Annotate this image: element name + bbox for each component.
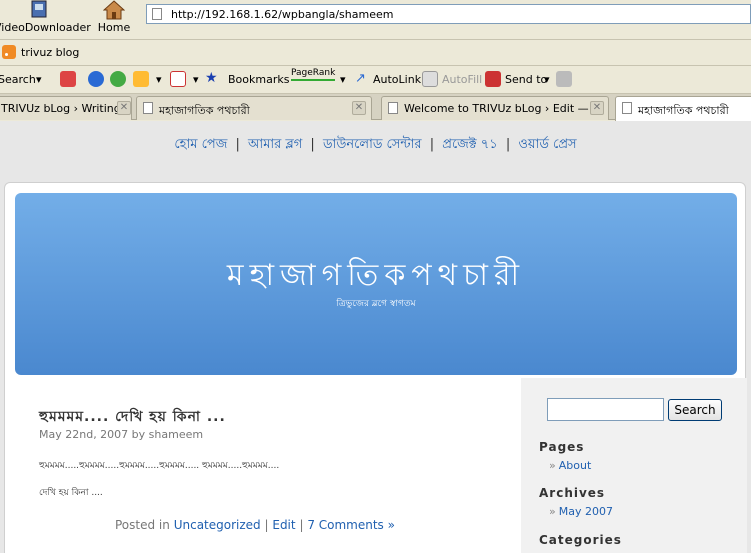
- tab-bar: TRIVUz bLog › Writing ... ✕ মহাজাগতিক পথ…: [0, 94, 751, 121]
- post-paragraph: হুমমমম.....হুমমমম.....হুমমমম.....হুমমমম.…: [39, 461, 280, 471]
- tab-welcome-trivuz[interactable]: Welcome to TRIVUz bLog › Edit — ... ✕: [381, 96, 609, 120]
- page-wrapper: মহাজাগতিকপথচারী ত্রিভুজের ব্লগে স্বাগতম …: [4, 182, 747, 553]
- chevron-down-icon[interactable]: ▾: [156, 73, 162, 86]
- chevron-down-icon[interactable]: ▾: [193, 73, 199, 86]
- globe-icon[interactable]: [88, 71, 104, 87]
- home-icon: [103, 0, 125, 20]
- edit-link[interactable]: Edit: [272, 518, 295, 532]
- home-button[interactable]: Home: [96, 0, 132, 38]
- main-content: হুমমমম.... দেখি হয় কিনা ... May 22nd, 2…: [15, 378, 521, 553]
- nav-project-71[interactable]: প্রজেক্ট ৭১: [442, 137, 497, 152]
- tab-mohajagotik-active[interactable]: মহাজাগতিক পথচারী: [615, 96, 751, 121]
- autolink-icon: ↗: [355, 71, 366, 86]
- comments-link[interactable]: 7 Comments »: [307, 518, 395, 532]
- pencil-icon[interactable]: [556, 71, 572, 87]
- search-toolbar-button[interactable]: Search: [0, 73, 36, 86]
- page-icon: [152, 8, 162, 20]
- extensions-toolbar: Search ▾ ▾ ▾ ★ Bookmarks PageRank ▾ ↗ Au…: [0, 66, 751, 94]
- nav-wordpress[interactable]: ওয়ার্ড প্রেস: [518, 137, 576, 152]
- main-toolbar: VideoDownloader Home http://192.168.1.62…: [0, 0, 751, 40]
- highlighter-icon[interactable]: [60, 71, 76, 87]
- nav-home[interactable]: হোম পেজ: [174, 137, 227, 152]
- autofill-button[interactable]: AutoFill: [442, 73, 482, 86]
- sidebar-item-may-2007[interactable]: » May 2007: [549, 505, 613, 518]
- address-url: http://192.168.1.62/wpbangla/shameem: [171, 8, 394, 21]
- autofill-icon: [422, 71, 438, 87]
- chevron-down-icon[interactable]: ▾: [544, 73, 550, 86]
- bookmarks-toolbar: trivuz blog: [0, 40, 751, 66]
- star-icon: ★: [205, 70, 218, 86]
- tab-mohajagotik-1[interactable]: মহাজাগতিক পথচারী ✕: [136, 96, 372, 120]
- web-page: হোম পেজ | আমার ব্লগ | ডাউনলোড সেন্টার | …: [0, 121, 751, 553]
- bookmark-trivuz-blog[interactable]: trivuz blog: [21, 46, 79, 59]
- chevron-down-icon[interactable]: ▾: [340, 73, 346, 86]
- blog-header: মহাজাগতিকপথচারী ত্রিভুজের ব্লগে স্বাগতম: [15, 193, 737, 375]
- pages-heading: Pages: [539, 440, 585, 454]
- puzzle-icon[interactable]: [133, 71, 149, 87]
- close-icon[interactable]: ✕: [117, 101, 131, 115]
- bookmarks-button[interactable]: Bookmarks: [228, 73, 289, 86]
- close-icon[interactable]: ✕: [590, 101, 604, 115]
- search-button[interactable]: Search: [668, 399, 722, 421]
- post-paragraph: দেখি হয় কিনা ....: [39, 488, 103, 498]
- top-navigation: হোম পেজ | আমার ব্লগ | ডাউনলোড সেন্টার | …: [174, 137, 577, 152]
- chevron-down-icon[interactable]: ▾: [36, 73, 42, 86]
- address-bar[interactable]: http://192.168.1.62/wpbangla/shameem: [146, 4, 751, 24]
- post-footer: Posted in Uncategorized | Edit | 7 Comme…: [115, 518, 395, 532]
- spiral-icon[interactable]: [110, 71, 126, 87]
- autolink-button[interactable]: AutoLink: [373, 73, 421, 86]
- archives-heading: Archives: [539, 486, 606, 500]
- tab-trivuz-writing[interactable]: TRIVUz bLog › Writing ... ✕: [0, 96, 132, 120]
- pagerank-indicator[interactable]: PageRank: [291, 68, 336, 81]
- videodownloader-button[interactable]: VideoDownloader: [0, 0, 91, 38]
- nav-download-center[interactable]: ডাউনলোড সেন্টার: [323, 137, 422, 152]
- sendto-button[interactable]: Send to: [505, 73, 547, 86]
- page-icon: [622, 102, 632, 114]
- page-icon: [143, 102, 153, 114]
- page-icon: [388, 102, 398, 114]
- gmail-icon[interactable]: [170, 71, 186, 87]
- post-meta: May 22nd, 2007 by shameem: [39, 428, 204, 441]
- blog-title[interactable]: মহাজাগতিকপথচারী: [15, 251, 737, 302]
- blog-description: ত্রিভুজের ব্লগে স্বাগতম: [336, 299, 416, 309]
- sidebar: Search Pages » About Archives » May 2007 C…: [521, 378, 747, 553]
- videodownloader-icon: [31, 0, 47, 18]
- nav-my-blog[interactable]: আমার ব্লগ: [248, 137, 302, 152]
- search-input[interactable]: [547, 398, 664, 421]
- sidebar-item-about[interactable]: » About: [549, 459, 591, 472]
- post-title[interactable]: হুমমমম.... দেখি হয় কিনা ...: [39, 405, 226, 429]
- categories-heading: Categories: [539, 533, 622, 547]
- category-link[interactable]: Uncategorized: [174, 518, 261, 532]
- close-icon[interactable]: ✕: [352, 101, 366, 115]
- sendto-icon: [485, 71, 501, 87]
- rss-icon: [2, 45, 16, 59]
